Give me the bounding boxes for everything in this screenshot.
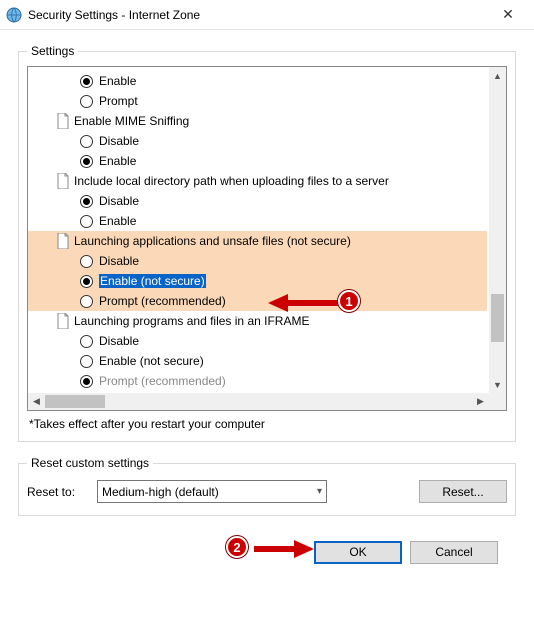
scroll-track-v[interactable] bbox=[489, 84, 506, 376]
setting-option-label: Disable bbox=[99, 134, 139, 148]
radio-icon[interactable] bbox=[80, 275, 93, 288]
reset-group: Reset custom settings Reset to: Medium-h… bbox=[18, 456, 516, 516]
setting-category: Launching programs and files in an IFRAM… bbox=[56, 311, 487, 331]
dialog-body: Settings Enable Prompt Enable MIME Sniffin… bbox=[0, 30, 534, 578]
setting-category-label: Include local directory path when upload… bbox=[74, 174, 389, 188]
dialog-button-row: 2 OK Cancel bbox=[18, 530, 516, 570]
setting-option-label: Enable bbox=[99, 214, 136, 228]
scroll-thumb-h[interactable] bbox=[45, 395, 105, 408]
radio-icon[interactable] bbox=[80, 215, 93, 228]
setting-option[interactable]: Prompt (recommended) bbox=[56, 371, 487, 391]
annotation-arrow-1 bbox=[268, 292, 338, 314]
setting-option-label: Prompt (recommended) bbox=[99, 374, 226, 388]
close-button[interactable]: ✕ bbox=[488, 6, 528, 23]
scroll-thumb-v[interactable] bbox=[491, 294, 504, 342]
setting-category: Enable MIME Sniffing bbox=[56, 111, 487, 131]
annotation-badge-1: 1 bbox=[338, 290, 360, 312]
setting-category: Include local directory path when upload… bbox=[56, 171, 487, 191]
annotation-arrow-2 bbox=[254, 538, 314, 560]
setting-option-label: Prompt bbox=[99, 94, 138, 108]
radio-icon[interactable] bbox=[80, 335, 93, 348]
setting-option[interactable]: Enable bbox=[56, 151, 487, 171]
window-title: Security Settings - Internet Zone bbox=[28, 8, 488, 22]
setting-option-label: Prompt (recommended) bbox=[99, 294, 226, 308]
scroll-corner bbox=[489, 393, 506, 410]
reset-legend: Reset custom settings bbox=[27, 456, 153, 470]
horizontal-scrollbar[interactable]: ◀ ▶ bbox=[28, 393, 489, 410]
settings-legend: Settings bbox=[27, 44, 78, 58]
radio-icon[interactable] bbox=[80, 295, 93, 308]
setting-option[interactable]: Disable bbox=[56, 191, 487, 211]
scroll-up-arrow[interactable]: ▲ bbox=[489, 67, 506, 84]
chevron-down-icon: ▾ bbox=[317, 486, 322, 497]
setting-option[interactable]: Enable (not secure) bbox=[56, 351, 487, 371]
setting-category-label: Launching applications and unsafe files … bbox=[74, 234, 351, 248]
reset-level-combobox[interactable]: Medium-high (default) ▾ bbox=[97, 480, 327, 503]
radio-icon[interactable] bbox=[80, 95, 93, 108]
setting-option-label: Enable bbox=[99, 154, 136, 168]
radio-icon[interactable] bbox=[80, 255, 93, 268]
setting-option[interactable]: Enable bbox=[56, 71, 487, 91]
setting-option[interactable]: Enable (not secure) bbox=[56, 271, 487, 291]
reset-button[interactable]: Reset... bbox=[419, 480, 507, 503]
setting-option[interactable]: Disable bbox=[56, 251, 487, 271]
reset-level-value: Medium-high (default) bbox=[102, 485, 219, 499]
cancel-button[interactable]: Cancel bbox=[410, 541, 498, 564]
setting-option-label: Disable bbox=[99, 194, 139, 208]
setting-category: Launching applications and unsafe files … bbox=[56, 231, 487, 251]
radio-icon[interactable] bbox=[80, 75, 93, 88]
radio-icon[interactable] bbox=[80, 355, 93, 368]
radio-icon[interactable] bbox=[80, 375, 93, 388]
setting-category-label: Launching programs and files in an IFRAM… bbox=[74, 314, 309, 328]
setting-option-label: Disable bbox=[99, 334, 139, 348]
radio-icon[interactable] bbox=[80, 195, 93, 208]
titlebar: Security Settings - Internet Zone ✕ bbox=[0, 0, 534, 30]
scroll-track-h[interactable] bbox=[45, 393, 472, 410]
setting-category-label: Enable MIME Sniffing bbox=[74, 114, 189, 128]
settings-group: Settings Enable Prompt Enable MIME Sniffin… bbox=[18, 44, 516, 442]
vertical-scrollbar[interactable]: ▲ ▼ bbox=[489, 67, 506, 393]
annotation-badge-2: 2 bbox=[226, 536, 248, 558]
setting-option[interactable]: Enable bbox=[56, 211, 487, 231]
radio-icon[interactable] bbox=[80, 135, 93, 148]
ok-button[interactable]: OK bbox=[314, 541, 402, 564]
radio-icon[interactable] bbox=[80, 155, 93, 168]
scroll-left-arrow[interactable]: ◀ bbox=[28, 393, 45, 410]
scroll-down-arrow[interactable]: ▼ bbox=[489, 376, 506, 393]
setting-option-label: Enable (not secure) bbox=[99, 274, 206, 288]
setting-option[interactable]: Disable bbox=[56, 331, 487, 351]
setting-option-label: Enable (not secure) bbox=[99, 354, 204, 368]
highlighted-section: Launching applications and unsafe files … bbox=[28, 231, 487, 311]
tree-viewport: Enable Prompt Enable MIME Sniffing Disable E… bbox=[28, 67, 489, 393]
setting-option[interactable]: Disable bbox=[56, 131, 487, 151]
settings-tree: Enable Prompt Enable MIME Sniffing Disable E… bbox=[27, 66, 507, 411]
scroll-right-arrow[interactable]: ▶ bbox=[472, 393, 489, 410]
setting-option[interactable]: Prompt bbox=[56, 91, 487, 111]
setting-option-label: Enable bbox=[99, 74, 136, 88]
app-icon bbox=[6, 7, 22, 23]
reset-to-label: Reset to: bbox=[27, 485, 97, 499]
restart-footnote: *Takes effect after you restart your com… bbox=[29, 417, 505, 431]
setting-option-label: Disable bbox=[99, 254, 139, 268]
